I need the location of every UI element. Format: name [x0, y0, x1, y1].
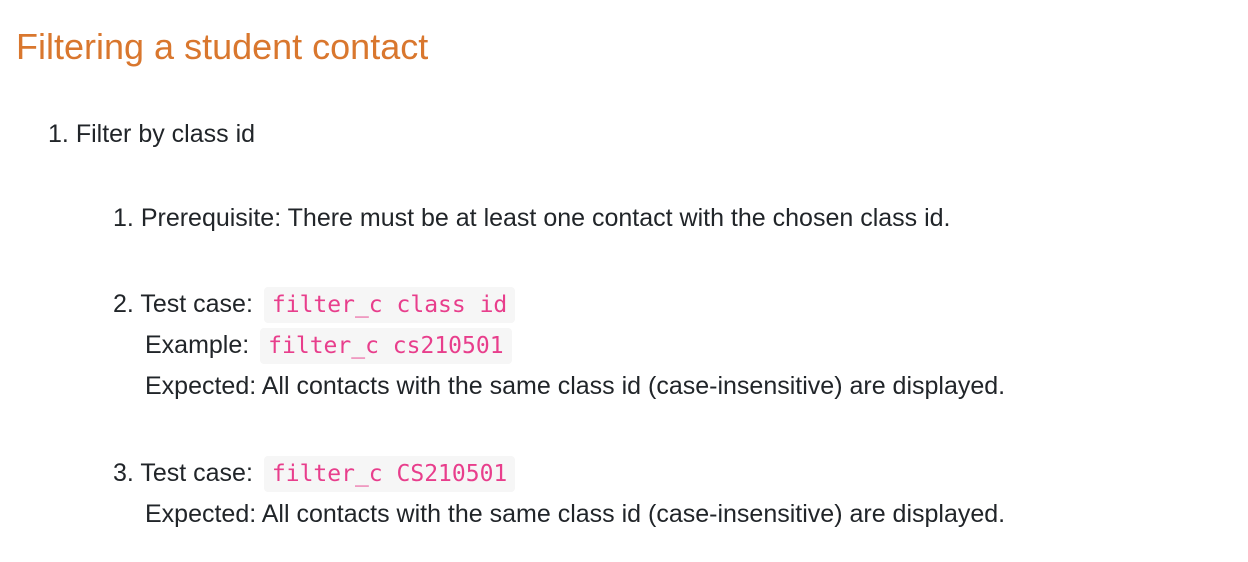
- example-code: filter_c cs210501: [260, 328, 512, 364]
- list-item-prerequisite: 1. Prerequisite: There must be at least …: [113, 198, 951, 238]
- example-label: Example:: [145, 331, 250, 359]
- list-item-test-case-3: 3. Test case: filter_c CS210501: [113, 453, 516, 493]
- list-number: 1.: [113, 204, 134, 232]
- list-number: 2.: [113, 290, 134, 318]
- example-line: Example: filter_c cs210501: [145, 325, 512, 365]
- test-case-code: filter_c CS210501: [263, 456, 516, 492]
- test-case-code: filter_c class id: [263, 287, 516, 323]
- section-heading: Filtering a student contact: [16, 26, 429, 67]
- list-item-filter-by-class-id: 1. Filter by class id: [48, 114, 255, 154]
- expected-text: Expected: All contacts with the same cla…: [145, 372, 1006, 400]
- test-case-label: Test case:: [140, 459, 253, 487]
- expected-text: Expected: All contacts with the same cla…: [145, 500, 1006, 528]
- test-case-label: Test case:: [140, 290, 253, 318]
- list-item-label: Filter by class id: [75, 120, 256, 148]
- list-number: 1.: [48, 120, 69, 148]
- list-item-test-case-2: 2. Test case: filter_c class id: [113, 284, 516, 324]
- prerequisite-text: Prerequisite: There must be at least one…: [140, 204, 951, 232]
- list-number: 3.: [113, 459, 134, 487]
